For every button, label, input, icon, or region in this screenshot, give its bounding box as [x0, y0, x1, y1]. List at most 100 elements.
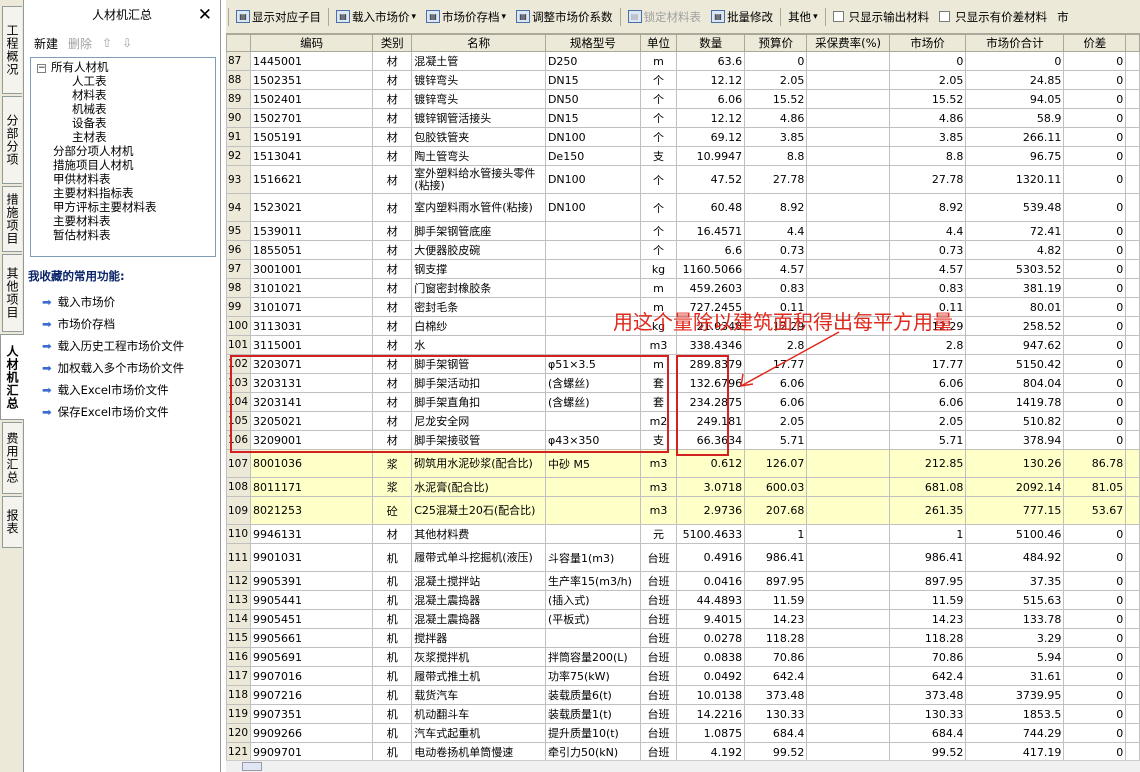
cell-no[interactable]: 96: [226, 240, 252, 260]
cell-spec[interactable]: 拌筒容量200(L): [544, 647, 641, 667]
cell-code[interactable]: 1523021: [250, 193, 374, 222]
cell-diff[interactable]: 0: [1063, 221, 1127, 241]
cell-no[interactable]: 121: [226, 742, 252, 760]
cell-rate[interactable]: [806, 411, 890, 431]
cell-total[interactable]: 804.04: [965, 373, 1065, 393]
cell-cat[interactable]: 材: [372, 278, 413, 298]
cell-budget[interactable]: 373.48: [744, 685, 808, 705]
cell-market[interactable]: 0.83: [888, 278, 967, 298]
cell-total[interactable]: 72.41: [965, 221, 1065, 241]
cell-diff[interactable]: 0: [1063, 704, 1127, 724]
cell-spec[interactable]: 中砂 M5: [544, 449, 641, 478]
cell-spec[interactable]: DN100: [544, 127, 641, 147]
cell-cat[interactable]: 浆: [372, 449, 413, 478]
cell-market[interactable]: 0.73: [888, 240, 967, 260]
cell-unit[interactable]: 台班: [639, 666, 678, 686]
side-tab-3[interactable]: 措施项目: [2, 186, 22, 252]
cell-spec[interactable]: 功率75(kW): [544, 666, 641, 686]
cell-spec[interactable]: [544, 496, 641, 525]
cell-qty[interactable]: 0.0416: [676, 571, 746, 591]
cell-diff[interactable]: 0: [1063, 335, 1127, 355]
cell-code[interactable]: 9946131: [250, 524, 374, 544]
cell-rate[interactable]: [806, 590, 890, 610]
cell-budget[interactable]: 15.52: [744, 89, 808, 109]
cell-code[interactable]: 9907016: [250, 666, 374, 686]
cell-cat[interactable]: 材: [372, 89, 413, 109]
cell-qty[interactable]: 0.4916: [676, 543, 746, 572]
cell-code[interactable]: 8021253: [250, 496, 374, 525]
cell-qty[interactable]: 2.9736: [676, 496, 746, 525]
cell-cat[interactable]: 材: [372, 70, 413, 90]
cell-no[interactable]: 109: [226, 496, 252, 525]
cell-cat[interactable]: 材: [372, 165, 413, 194]
cell-rate[interactable]: [806, 51, 890, 71]
cell-market[interactable]: 11.59: [888, 590, 967, 610]
cell-name[interactable]: 机动翻斗车: [411, 704, 546, 724]
cell-no[interactable]: 120: [226, 723, 252, 743]
cell-qty[interactable]: 4.192: [676, 742, 746, 760]
cell-no[interactable]: 113: [226, 590, 252, 610]
cell-unit[interactable]: 台班: [639, 571, 678, 591]
column-header[interactable]: 市场价: [888, 34, 967, 52]
cell-no[interactable]: 107: [226, 449, 252, 478]
cell-total[interactable]: 37.35: [965, 571, 1065, 591]
cell-spec[interactable]: [544, 278, 641, 298]
cell-cat[interactable]: 机: [372, 543, 413, 572]
cell-unit[interactable]: m3: [639, 496, 678, 525]
toolbar-button-3[interactable]: ▤ 市场价存档 ▾: [421, 9, 511, 25]
cell-no[interactable]: 92: [226, 146, 252, 166]
cell-diff[interactable]: 0: [1063, 524, 1127, 544]
cell-spec[interactable]: 生产率15(m3/h): [544, 571, 641, 591]
cell-market[interactable]: 27.78: [888, 165, 967, 194]
tree-item[interactable]: 机械表: [72, 102, 107, 116]
column-header[interactable]: 数量: [676, 34, 746, 52]
toolbar-button-1[interactable]: ▤ 显示对应子目: [231, 9, 326, 25]
cell-total[interactable]: 2092.14: [965, 477, 1065, 497]
move-down-icon[interactable]: ⇩: [122, 36, 132, 50]
cell-diff[interactable]: 0: [1063, 146, 1127, 166]
cell-diff[interactable]: 0: [1063, 70, 1127, 90]
cell-diff[interactable]: 0: [1063, 127, 1127, 147]
cell-rate[interactable]: [806, 89, 890, 109]
table-row[interactable]: 111 9901031 机履带式单斗挖掘机(液压) 斗容量1(m3) 台班 0.4916 9…: [226, 543, 1140, 572]
cell-no[interactable]: 95: [226, 221, 252, 241]
side-tab-4[interactable]: 其他项目: [2, 254, 22, 332]
table-row[interactable]: 117 9907016 机履带式推土机 功率75(kW) 台班 0.0492 642.4 64…: [226, 666, 1140, 686]
cell-market[interactable]: 6.06: [888, 392, 967, 412]
cell-diff[interactable]: 81.05: [1063, 477, 1127, 497]
cell-unit[interactable]: 台班: [639, 609, 678, 629]
cell-budget[interactable]: 27.78: [744, 165, 808, 194]
cell-diff[interactable]: 0: [1063, 647, 1127, 667]
cell-budget[interactable]: 897.95: [744, 571, 808, 591]
cell-total[interactable]: 80.01: [965, 297, 1065, 317]
cell-total[interactable]: 417.19: [965, 742, 1065, 760]
cell-code[interactable]: 1502351: [250, 70, 374, 90]
cell-unit[interactable]: kg: [639, 259, 678, 279]
cell-diff[interactable]: 0: [1063, 742, 1127, 760]
tree-item[interactable]: 人工表: [72, 74, 107, 88]
cell-spec[interactable]: [544, 221, 641, 241]
cell-market[interactable]: 684.4: [888, 723, 967, 743]
table-row[interactable]: 112 9905391 机混凝土搅拌站 生产率15(m3/h) 台班 0.0416 897.…: [226, 571, 1140, 591]
cell-name[interactable]: 门窗密封橡胶条: [411, 278, 546, 298]
cell-name[interactable]: 砌筑用水泥砂浆(配合比): [411, 449, 546, 478]
cell-diff[interactable]: 0: [1063, 411, 1127, 431]
cell-code[interactable]: 1502701: [250, 108, 374, 128]
cell-qty[interactable]: 3.0718: [676, 477, 746, 497]
table-row[interactable]: 114 9905451 机混凝土震捣器 (平板式) 台班 9.4015 14.23 14.23…: [226, 609, 1140, 629]
cell-qty[interactable]: 0.0278: [676, 628, 746, 648]
table-row[interactable]: 97 3001001 材钢支撑 kg 1160.5066 4.57 4.57 5303.52 0: [226, 259, 1140, 279]
tree-item[interactable]: 暂估材料表: [53, 228, 111, 242]
cell-unit[interactable]: 台班: [639, 543, 678, 572]
table-row[interactable]: 119 9907351 机机动翻斗车 装载质量1(t) 台班 14.2216 130.33 1…: [226, 704, 1140, 724]
table-row[interactable]: 96 1855051 材大便器胶皮碗个 6.6 0.73 0.73 4.82 0: [226, 240, 1140, 260]
cell-code[interactable]: 9909266: [250, 723, 374, 743]
column-header[interactable]: 单位: [639, 34, 678, 52]
cell-code[interactable]: 9907351: [250, 704, 374, 724]
cell-code[interactable]: 8011171: [250, 477, 374, 497]
cell-unit[interactable]: 台班: [639, 685, 678, 705]
cell-cat[interactable]: 机: [372, 685, 413, 705]
cell-market[interactable]: 4.86: [888, 108, 967, 128]
column-header[interactable]: 编码: [250, 34, 374, 52]
cell-unit[interactable]: m: [639, 278, 678, 298]
